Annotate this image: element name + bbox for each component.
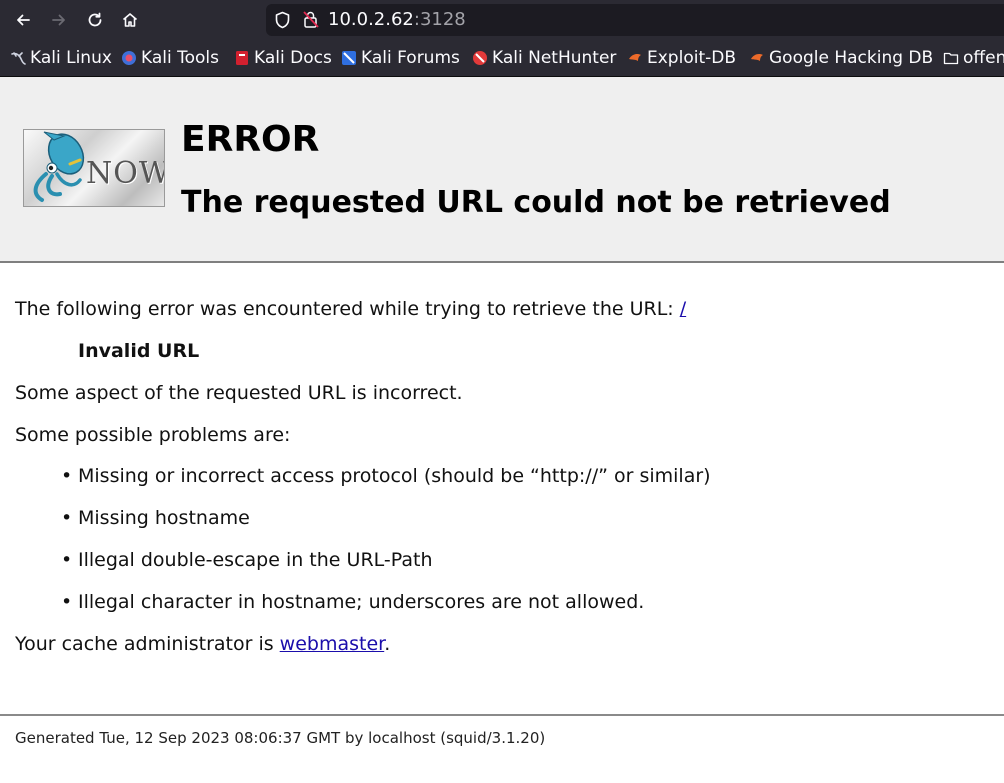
problems-heading: Some possible problems are: (15, 424, 291, 446)
bookmark-label: Kali Tools (141, 48, 219, 68)
kali-dragon-icon (11, 52, 26, 65)
error-intro: The following error was encountered whil… (15, 297, 686, 321)
kali-forums-icon (342, 51, 356, 65)
requested-url-link[interactable]: / (680, 298, 686, 320)
problem-item: Missing or incorrect access protocol (sh… (61, 464, 711, 488)
home-icon (122, 13, 138, 27)
error-page: NOW ERROR The requested URL could not be… (0, 77, 1004, 783)
error-name: Invalid URL (78, 340, 200, 362)
url-text[interactable]: 10.0.2.62:3128 (328, 9, 466, 31)
kali-docs-icon (236, 51, 248, 65)
bookmark-kali-nethunter[interactable]: Kali NetHunter (472, 48, 616, 68)
bookmark-label: Google Hacking DB (769, 48, 934, 68)
error-description: Some aspect of the requested URL is inco… (15, 382, 463, 404)
tracking-shield-icon[interactable] (274, 11, 291, 29)
bookmark-exploit-db[interactable]: Exploit-DB (627, 48, 736, 68)
cache-admin-suffix: . (384, 633, 391, 655)
logo-now-text: NOW (86, 156, 165, 191)
url-bar[interactable]: 10.0.2.62:3128 (266, 4, 1004, 36)
url-port: :3128 (413, 9, 466, 30)
kali-tools-icon (122, 51, 136, 65)
home-button[interactable] (116, 6, 144, 34)
back-button[interactable] (9, 6, 37, 34)
webmaster-link[interactable]: webmaster (280, 633, 385, 655)
bookmark-folder-offen[interactable]: offen (943, 48, 1004, 68)
forward-arrow-icon (52, 14, 65, 26)
bookmark-label: Kali Docs (254, 48, 332, 68)
error-titlebox: NOW ERROR The requested URL could not be… (0, 77, 1004, 263)
ghdb-icon (751, 54, 763, 61)
error-title: ERROR (181, 119, 320, 160)
url-host: 10.0.2.62 (328, 9, 414, 30)
bookmark-label: offen (963, 48, 1004, 68)
bookmark-kali-tools[interactable]: Kali Tools (121, 48, 219, 68)
bookmark-label: Kali NetHunter (492, 48, 617, 68)
bookmark-label: Kali Linux (30, 48, 112, 68)
reload-button[interactable] (81, 6, 109, 34)
footer-divider (0, 714, 1004, 716)
insecure-lock-icon[interactable] (302, 10, 320, 30)
back-arrow-icon (17, 14, 30, 26)
error-intro-text: The following error was encountered whil… (15, 298, 680, 320)
kali-nethunter-icon (473, 51, 487, 65)
cache-admin-prefix: Your cache administrator is (15, 633, 280, 655)
reload-icon (88, 12, 102, 27)
squid-now-logo: NOW (23, 129, 165, 207)
bookmark-kali-docs[interactable]: Kali Docs (234, 48, 332, 68)
bookmark-label: Exploit-DB (647, 48, 736, 68)
bookmark-google-hacking-db[interactable]: Google Hacking DB (749, 48, 933, 68)
browser-toolbar: 10.0.2.62:3128 (0, 0, 1004, 40)
cache-admin-line: Your cache administrator is webmaster. (15, 632, 390, 656)
problem-item: Illegal double-escape in the URL-Path (61, 548, 432, 572)
problem-item: Illegal character in hostname; underscor… (61, 590, 644, 614)
exploit-db-icon (629, 54, 641, 61)
error-subtitle: The requested URL could not be retrieved (181, 185, 891, 220)
bookmarks-toolbar: Kali Linux Kali Tools Kali Docs Kali For… (0, 40, 1004, 77)
forward-button[interactable] (45, 6, 73, 34)
bookmark-kali-linux[interactable]: Kali Linux (10, 48, 112, 68)
folder-icon (943, 52, 959, 65)
bookmark-label: Kali Forums (361, 48, 460, 68)
generated-footer: Generated Tue, 12 Sep 2023 08:06:37 GMT … (15, 729, 546, 747)
problem-item: Missing hostname (61, 506, 250, 530)
bookmark-kali-forums[interactable]: Kali Forums (341, 48, 460, 68)
